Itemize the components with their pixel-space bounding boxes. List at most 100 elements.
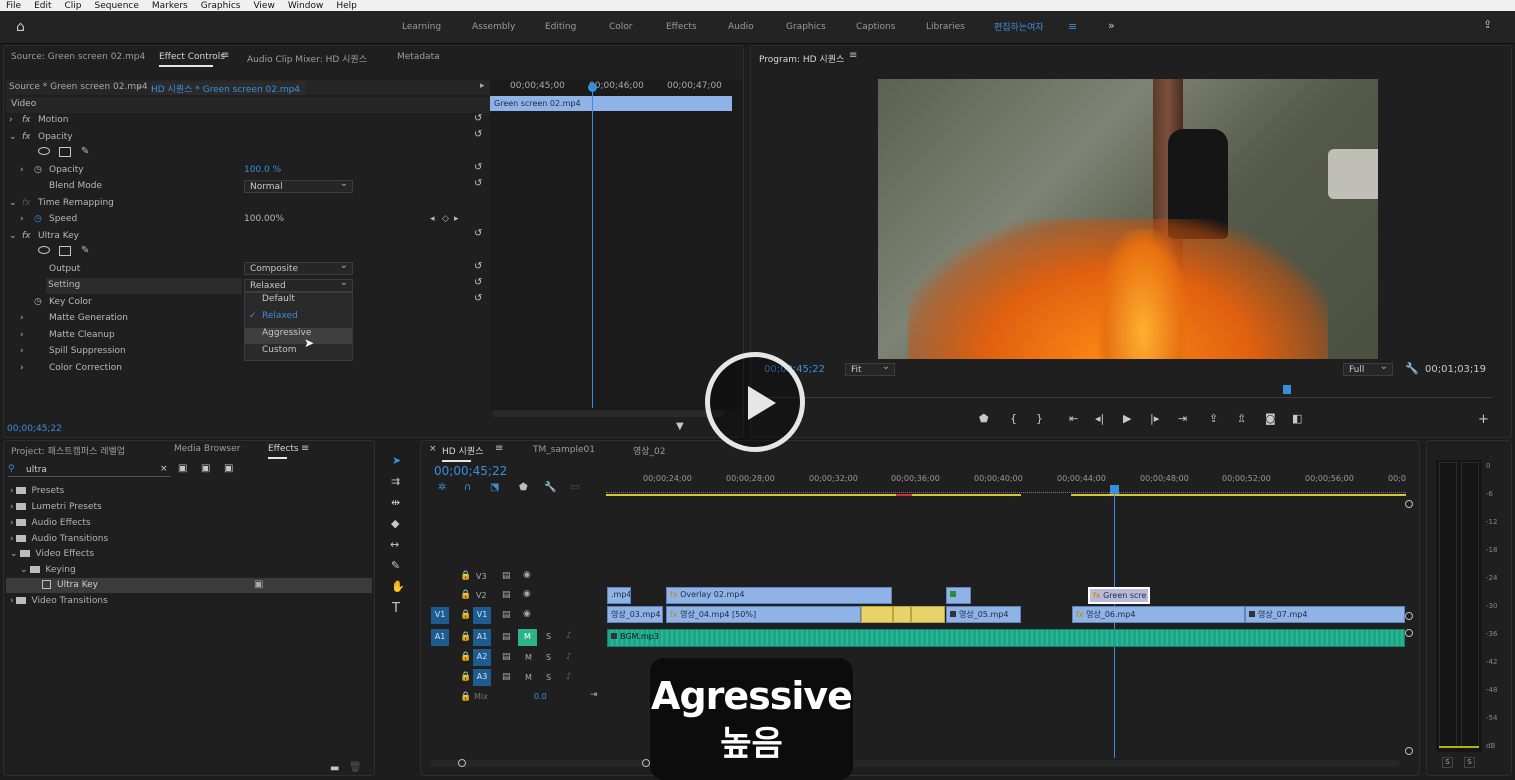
wrench-icon[interactable]: 🔧 [1405,362,1419,375]
workspace-menu-icon[interactable]: ≡ [1068,20,1077,33]
stopwatch-icon[interactable]: ◷ [34,297,42,307]
marker-icon[interactable]: ⬟ [519,482,528,493]
panel-menu-icon[interactable]: ≡ [495,443,503,454]
sync-icon[interactable]: ▤ [502,590,511,600]
clip-v2-selected[interactable]: fx Green scre [1088,587,1150,604]
fit-dropdown[interactable]: Fit [845,361,895,376]
clear-search-icon[interactable]: × [160,464,168,474]
chevron-right-icon[interactable]: › [10,518,14,528]
workspace-assembly[interactable]: Assembly [472,22,515,32]
track-a2-label[interactable]: A2 [473,649,491,666]
ec-playhead[interactable] [592,86,593,408]
chevron-down-icon[interactable]: ⌄ [20,565,28,575]
menu-file[interactable]: File [6,1,21,11]
eye-icon[interactable]: ◉ [523,570,531,580]
source-v1-patch[interactable]: V1 [431,607,449,624]
source-a1-patch[interactable]: A1 [431,629,449,646]
pen-tool-icon[interactable]: ✎ [391,559,400,572]
tab-tm-sample01[interactable]: TM_sample01 [533,445,595,455]
work-area-bar[interactable] [1071,494,1406,496]
chevron-down-icon[interactable]: ⌄ [9,132,17,142]
workspace-learning[interactable]: Learning [402,22,441,32]
chevron-right-icon[interactable]: › [10,534,14,544]
effect-time-remapping[interactable]: Time Remapping [38,198,114,208]
chevron-down-icon[interactable]: ⌄ [9,231,17,241]
lock-icon[interactable]: 🔒 [460,571,471,581]
add-keyframe-icon[interactable]: ◇ [442,214,449,224]
rectangle-mask-icon[interactable] [59,147,71,157]
hand-tool-icon[interactable]: ✋ [391,580,405,593]
tree-audio-effects[interactable]: Audio Effects [31,518,90,528]
tree-lumetri-presets[interactable]: Lumetri Presets [31,502,101,512]
tree-audio-transitions[interactable]: Audio Transitions [31,534,108,544]
home-icon[interactable]: ⌂ [16,19,25,35]
chevron-right-icon[interactable]: › [10,596,14,606]
spill-suppression[interactable]: Spill Suppression [49,346,126,356]
quality-dropdown[interactable]: Full [1343,361,1393,376]
panel-menu-icon[interactable]: ≡ [221,50,229,61]
fx-icon[interactable]: fx [22,132,31,142]
lock-icon[interactable]: 🔒 [460,610,471,620]
solo-button[interactable]: S [546,653,551,662]
track-a1-label[interactable]: A1 [473,629,491,646]
solo-button[interactable]: S [546,673,551,682]
chevron-right-icon[interactable]: › [20,165,24,175]
settings-wrench-icon[interactable]: 🔧 [544,482,556,493]
clip-v1-graphic[interactable] [893,606,911,623]
accelerated-effects-icon[interactable]: ▣ [178,463,187,474]
track-select-tool-icon[interactable]: ⇉ [391,475,400,488]
play-icon[interactable]: ▶ [1123,412,1131,425]
menu-edit[interactable]: Edit [34,1,51,11]
tab-video-02[interactable]: 영상_02 [633,444,666,457]
tab-audio-clip-mixer[interactable]: Audio Clip Mixer: HD 시퀀스 [247,52,367,65]
sequence-clip-label[interactable]: HD 시퀀스 * Green screen 02.mp4 [151,82,307,95]
search-input[interactable]: ultra [26,465,47,475]
chevron-down-icon[interactable]: ⌄ [136,81,144,91]
tree-ultra-key-row[interactable]: Ultra Key ▣ [6,578,372,593]
lift-icon[interactable]: ⇪ [1209,412,1218,425]
ellipse-mask-icon[interactable] [38,246,50,254]
stopwatch-icon[interactable]: ◷ [34,165,42,175]
tab-metadata[interactable]: Metadata [397,52,440,62]
work-area-bar[interactable] [606,494,1021,496]
option-custom[interactable]: Custom [245,345,352,361]
camera-icon[interactable]: ◙ [1265,412,1276,425]
track-v1-label[interactable]: V1 [473,607,491,624]
lock-icon[interactable]: 🔒 [460,590,471,600]
lock-icon[interactable]: 🔒 [460,652,471,662]
panel-menu-icon[interactable]: ≡ [849,50,857,61]
mic-icon[interactable]: ♪ [566,631,572,641]
eye-icon[interactable]: ◉ [523,589,531,599]
next-keyframe-icon[interactable]: ▸ [454,214,459,224]
yuv-effects-icon[interactable]: ▣ [224,463,233,474]
chevron-right-icon[interactable]: › [9,115,13,125]
chevron-right-icon[interactable]: › [20,313,24,323]
timeline-horizontal-scroll[interactable] [430,759,1400,767]
option-default[interactable]: Default [245,294,352,310]
reset-icon[interactable]: ↺ [474,129,482,140]
menu-view[interactable]: View [253,1,274,11]
solo-button[interactable]: S [546,632,551,641]
tab-effect-controls[interactable]: Effect Controls [159,52,225,67]
step-back-icon[interactable]: ◂| [1095,412,1104,425]
sync-icon[interactable]: ▤ [502,632,511,642]
timeline-ruler[interactable]: 00;00;24;00 00;00;28;00 00;00;32;00 00;0… [606,472,1406,498]
chevron-right-icon[interactable]: › [10,486,14,496]
chevron-right-icon[interactable]: › [20,346,24,356]
pen-mask-icon[interactable]: ✎ [81,146,89,157]
opacity-value[interactable]: 100.0 % [244,165,281,175]
track-v2-label[interactable]: V2 [476,591,487,600]
more-workspaces-icon[interactable]: » [1108,19,1115,32]
share-icon[interactable]: ⇪ [1483,18,1492,31]
workspace-effects[interactable]: Effects [666,22,697,32]
effect-opacity[interactable]: Opacity [38,132,73,142]
sync-icon[interactable]: ▤ [502,652,511,662]
extract-icon[interactable]: ⇫ [1237,412,1246,425]
clip-v1[interactable]: fx 영상_06.mp4 [1072,606,1245,623]
video-frame[interactable] [878,79,1378,359]
mute-button-active[interactable]: M [518,629,537,646]
trash-icon[interactable]: 🗑 [349,762,362,773]
clip-v1-graphic[interactable] [861,606,893,623]
workspace-editing[interactable]: Editing [545,22,576,32]
source-clip-label[interactable]: Source * Green screen 02.mp4 [9,82,148,92]
